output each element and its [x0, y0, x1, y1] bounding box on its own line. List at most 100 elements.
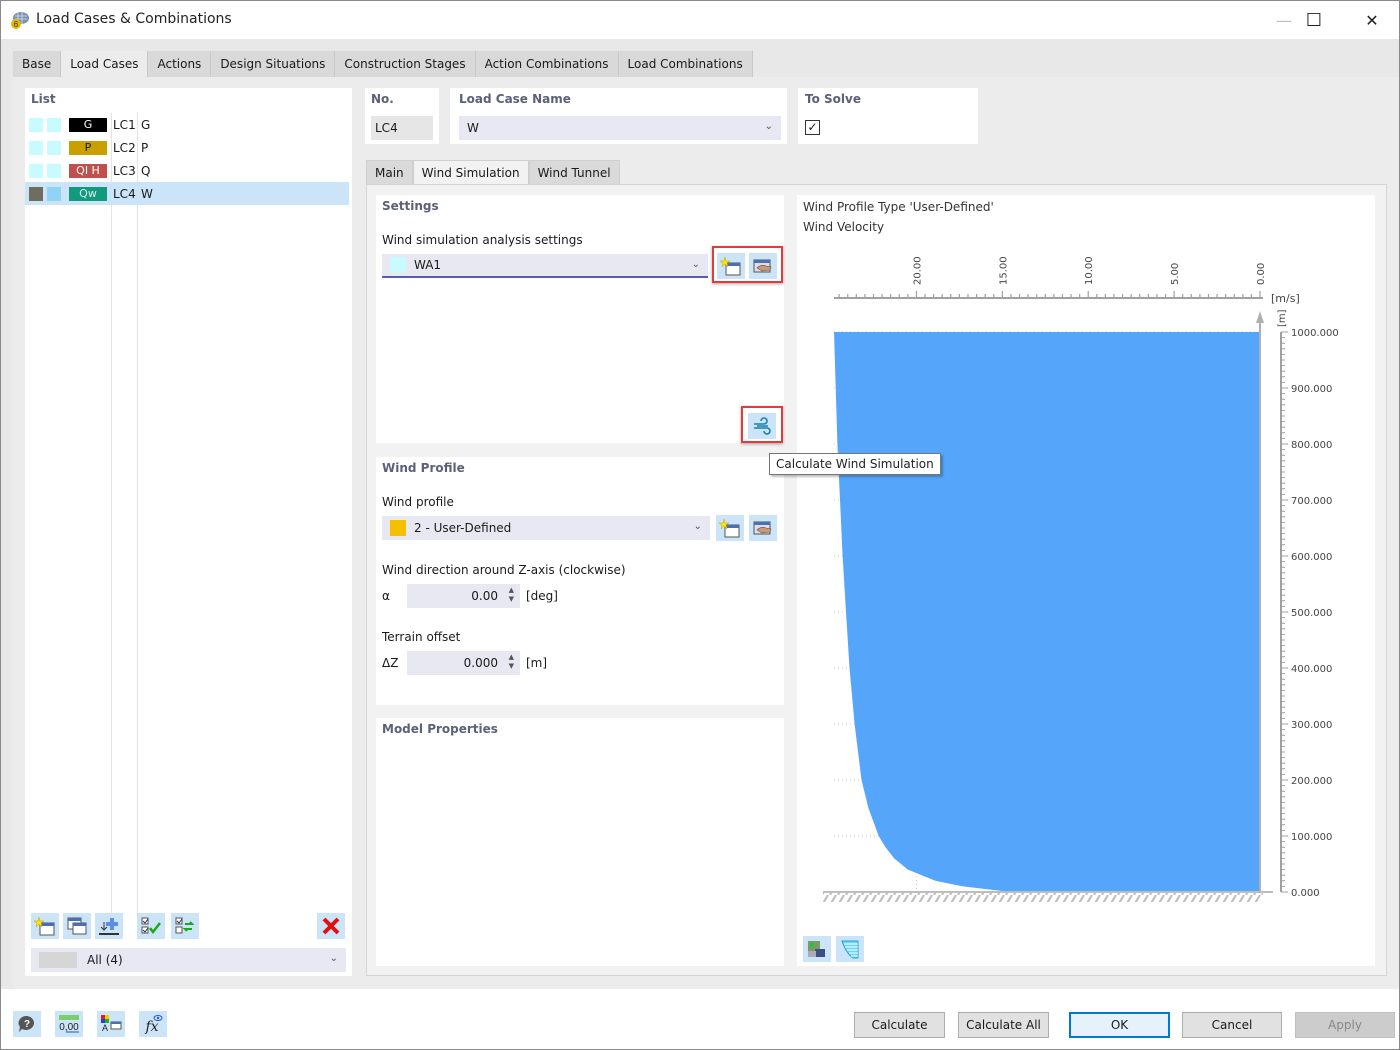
x-tick-label: 0.00 — [1256, 263, 1267, 285]
maximize-icon: ☐ — [1305, 9, 1323, 31]
model-properties-panel: Model Properties — [376, 718, 784, 966]
tab-label: Construction Stages — [344, 57, 466, 71]
new-icon — [34, 916, 55, 936]
import-button[interactable] — [95, 913, 123, 939]
action-category-tag: QI H — [69, 163, 107, 178]
y-tick-label: 900.000 — [1291, 384, 1332, 395]
svg-text:?: ? — [24, 1019, 30, 1030]
svg-text:A: A — [102, 1023, 108, 1033]
wind-direction-input[interactable]: 0.00 ▲ ▼ — [407, 584, 520, 608]
units-button[interactable]: 0,00 — [55, 1011, 83, 1037]
tab-main[interactable]: Main — [366, 160, 413, 185]
spinner-arrows-icon[interactable]: ▲ ▼ — [509, 586, 514, 604]
list-item[interactable]: P LC2 P — [25, 136, 349, 159]
load-case-name: W — [141, 186, 153, 201]
tab-design-situations[interactable]: Design Situations — [211, 51, 336, 77]
chart-panel: Wind Profile Type 'User-Defined' Wind Ve… — [797, 195, 1375, 966]
chart-view-button[interactable] — [803, 936, 831, 962]
calculate-all-button[interactable]: Calculate All — [958, 1012, 1049, 1038]
filter-value: All (4) — [87, 953, 123, 967]
y-tick-label: 300.000 — [1291, 720, 1332, 731]
list-item[interactable]: Qw LC4 W — [25, 182, 349, 205]
wind-velocity-area — [834, 332, 1260, 892]
dz-symbol: ΔZ — [382, 656, 399, 670]
list-item[interactable]: G LC1 G — [25, 113, 349, 136]
close-button[interactable]: ✕ — [1343, 1, 1400, 39]
tab-actions[interactable]: Actions — [148, 51, 212, 77]
terrain-offset-label: Terrain offset — [382, 630, 461, 644]
tab-label: Load Cases — [70, 57, 139, 71]
load-case-name: G — [141, 117, 151, 132]
ok-button[interactable]: OK — [1069, 1012, 1170, 1038]
highlight-box — [712, 246, 783, 283]
x-tick-label: 20.00 — [912, 256, 923, 285]
x-tick-label: 15.00 — [998, 256, 1009, 285]
edit-wind-profile-button[interactable] — [749, 515, 777, 541]
sub-tab-bar: Main Wind Simulation Wind Tunnel — [366, 160, 620, 185]
delete-button[interactable] — [317, 913, 345, 939]
load-case-number: LC3 — [113, 163, 136, 178]
terrain-offset-input[interactable]: 0.000 ▲ ▼ — [407, 651, 520, 675]
apply-button[interactable]: Apply — [1295, 1012, 1395, 1038]
profile-value: 2 - User-Defined — [414, 521, 512, 535]
svg-text:0,00: 0,00 — [59, 1022, 79, 1033]
name-panel: Load Case Name W ⌄ — [450, 88, 787, 144]
app-icon: 6 — [11, 12, 29, 29]
analysis-settings-label: Wind simulation analysis settings — [382, 233, 583, 247]
list-item[interactable]: QI H LC3 Q — [25, 159, 349, 182]
formula-button[interactable]: fx — [139, 1011, 167, 1037]
action-category-tag: G — [69, 117, 107, 132]
tab-label: Main — [375, 166, 404, 180]
tab-label: Base — [22, 57, 52, 71]
load-case-number: LC2 — [113, 140, 136, 155]
color-swatch — [29, 140, 43, 155]
to-solve-checkbox[interactable]: ✓ — [805, 120, 820, 135]
tab-wind-tunnel[interactable]: Wind Tunnel — [528, 160, 620, 185]
number-field: LC4 — [371, 116, 433, 140]
wind-profile-select[interactable]: 2 - User-Defined ⌄ — [382, 516, 710, 540]
load-case-number: LC1 — [113, 117, 136, 132]
list-panel: List G LC1 G P LC2 P QI H LC3 Q Qw LC4 W All (4) ⌄ — [25, 88, 352, 976]
help-button[interactable]: ? — [13, 1011, 41, 1037]
toggle-check-icon — [175, 917, 195, 934]
y-tick-label: 1000.000 — [1291, 328, 1339, 339]
tab-label: Wind Tunnel — [537, 166, 611, 180]
tab-load-combinations[interactable]: Load Combinations — [618, 51, 753, 77]
cancel-button[interactable]: Cancel — [1182, 1012, 1282, 1038]
display-properties-button[interactable]: A — [97, 1011, 125, 1037]
wind-profile-panel: Wind Profile Wind profile 2 - User-Defin… — [376, 457, 784, 705]
chart-diagram-button[interactable] — [836, 936, 864, 962]
chevron-down-icon: ⌄ — [693, 521, 702, 532]
spinner-arrows-icon[interactable]: ▲ ▼ — [509, 653, 514, 671]
tab-label: Action Combinations — [484, 57, 609, 71]
maximize-button[interactable]: ☐ — [1285, 1, 1343, 39]
settings-panel: Settings Wind simulation analysis settin… — [376, 195, 784, 443]
copy-load-case-button[interactable] — [63, 913, 91, 939]
model-properties-header: Model Properties — [382, 722, 498, 736]
svg-text:fx: fx — [144, 1019, 158, 1034]
color-swatch — [47, 163, 61, 178]
tab-construction-stages[interactable]: Construction Stages — [335, 51, 476, 77]
tab-action-combinations[interactable]: Action Combinations — [475, 51, 619, 77]
check-all-icon — [141, 917, 161, 935]
tab-wind-simulation[interactable]: Wind Simulation — [412, 160, 529, 185]
analysis-settings-select[interactable]: WA1 ⌄ — [382, 254, 708, 278]
column-divider — [111, 113, 112, 913]
tab-load-cases[interactable]: Load Cases — [61, 51, 149, 77]
tab-base[interactable]: Base — [13, 51, 62, 77]
list-header: List — [31, 92, 56, 106]
new-load-case-button[interactable] — [31, 913, 59, 939]
new-wind-profile-button[interactable] — [716, 515, 744, 541]
check-all-button[interactable] — [137, 913, 165, 939]
y-axis-unit: [m] — [1277, 309, 1288, 327]
wind-profile-header: Wind Profile — [382, 461, 465, 475]
list-filter-select[interactable]: All (4) ⌄ — [31, 948, 346, 972]
calculate-tooltip: Calculate Wind Simulation — [769, 453, 941, 475]
name-value: W — [467, 121, 479, 135]
x-axis: 20.00 15.00 10.00 5.00 0.00 [m/s] — [834, 256, 1300, 305]
number-panel: No. LC4 — [365, 88, 439, 144]
calculate-button[interactable]: Calculate — [854, 1012, 945, 1038]
load-case-name-select[interactable]: W ⌄ — [459, 116, 781, 140]
wind-profile-chart: 20.00 15.00 10.00 5.00 0.00 [m/s] 1000.000 900… — [823, 256, 1339, 902]
toggle-check-button[interactable] — [171, 913, 199, 939]
